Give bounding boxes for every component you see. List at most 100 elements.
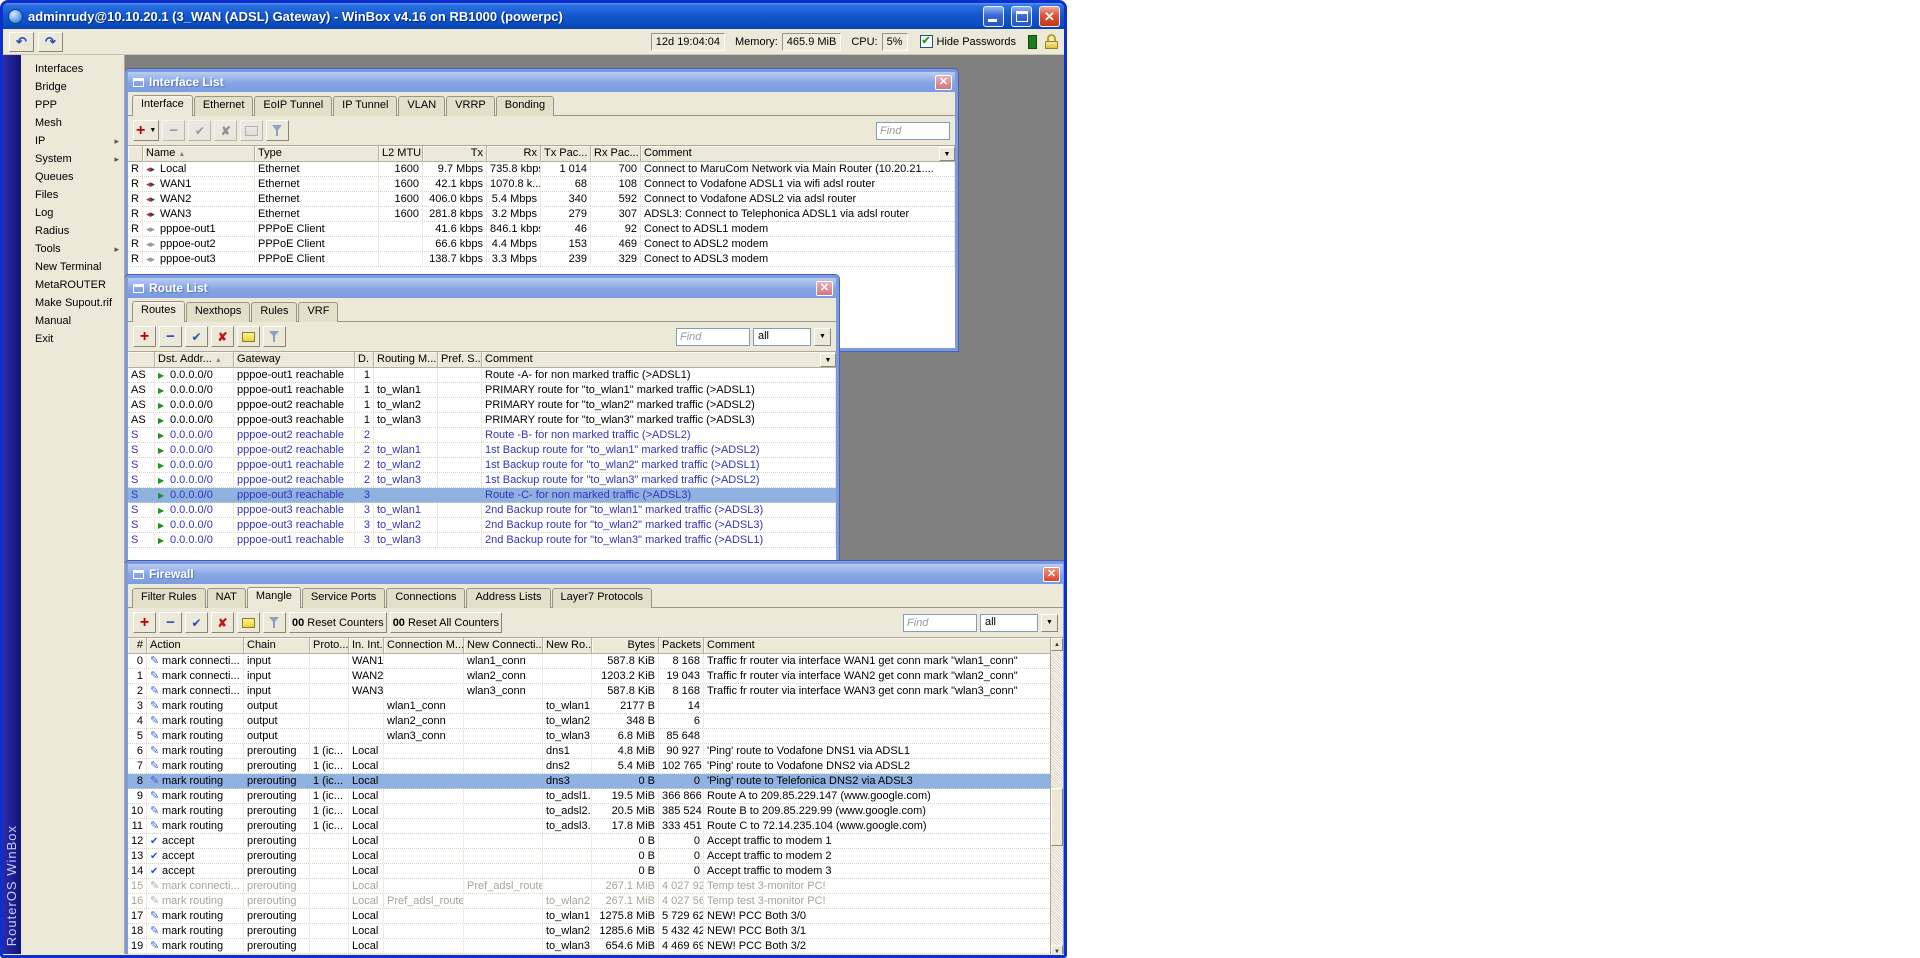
filter-button[interactable] <box>266 120 290 141</box>
table-row[interactable]: R Local Ethernet 1600 9.7 Mbps 735.8 kbps 1 01… <box>128 162 955 177</box>
sidebar-item-mesh[interactable]: Mesh <box>21 114 124 132</box>
tab-vrf[interactable]: VRF <box>298 302 339 322</box>
column-header-in-int[interactable]: In. Int... <box>349 638 384 654</box>
add-button[interactable] <box>133 326 156 347</box>
column-header-comment[interactable]: Comment <box>704 638 1063 654</box>
vertical-scrollbar[interactable]: ▲ ▼ <box>1050 638 1063 954</box>
column-header-dst-addr[interactable]: Dst. Addr... ▲ <box>155 352 234 368</box>
hide-passwords-checkbox[interactable]: ✔ <box>919 35 933 48</box>
redo-button[interactable]: ↷ <box>38 31 63 52</box>
column-header-proto[interactable]: Proto... <box>310 638 349 654</box>
table-row[interactable]: 18 mark routing prerouting Local to_wlan2 128… <box>128 924 1063 939</box>
table-row[interactable]: 16 mark routing prerouting Local Pref_adsl_r… <box>128 894 1063 909</box>
column-header-gateway[interactable]: Gateway <box>234 352 355 368</box>
column-header-l2-mtu[interactable]: L2 MTU <box>379 146 423 162</box>
column-header-rx-pac[interactable]: Rx Pac... <box>591 146 641 162</box>
column-header-flags[interactable] <box>128 146 143 162</box>
scrollbar-thumb[interactable] <box>1051 788 1063 846</box>
table-row[interactable]: 6 mark routing prerouting 1 (ic... Local dns1… <box>128 744 1063 759</box>
column-header-packets[interactable]: Packets <box>659 638 704 654</box>
table-row[interactable]: 7 mark routing prerouting 1 (ic... Local dns2… <box>128 759 1063 774</box>
column-header-connection-m[interactable]: Connection M... <box>384 638 464 654</box>
sidebar-item-ip[interactable]: IP ▸ <box>21 132 124 150</box>
route-list-titlebar[interactable]: Route List ✕ <box>128 278 836 298</box>
enable-button[interactable] <box>188 120 212 141</box>
table-row[interactable]: 15 mark connecti... prerouting Local Pref_ad… <box>128 879 1063 894</box>
scroll-up-icon[interactable]: ▲ <box>1051 638 1063 651</box>
add-button[interactable]: ▼ <box>133 120 160 141</box>
table-row[interactable]: 1 mark connecti... input WAN2 wlan2_conn 1203… <box>128 669 1063 684</box>
tab-bonding[interactable]: Bonding <box>495 96 555 116</box>
table-row[interactable]: R WAN1 Ethernet 1600 42.1 kbps 1070.8 k... 68 1… <box>128 177 955 192</box>
remove-button[interactable] <box>159 612 182 633</box>
tab-ethernet[interactable]: Ethernet <box>193 96 254 116</box>
column-header-flags[interactable] <box>128 352 155 368</box>
column-header-d[interactable]: D.▲ <box>355 352 374 368</box>
column-header-name[interactable]: Name ▲ <box>143 146 255 162</box>
table-row[interactable]: 2 mark connecti... input WAN3 wlan3_conn 587.… <box>128 684 1063 699</box>
sidebar-item-files[interactable]: Files <box>21 186 124 204</box>
column-header-type[interactable]: Type <box>255 146 379 162</box>
column-header-chain[interactable]: Chain <box>244 638 310 654</box>
close-icon[interactable]: ✕ <box>816 280 833 296</box>
sidebar-item-make-supout-rif[interactable]: Make Supout.rif <box>21 294 124 312</box>
column-header-new-ro[interactable]: New Ro... <box>543 638 592 654</box>
tab-routes[interactable]: Routes <box>132 301 185 322</box>
find-input[interactable] <box>876 121 950 140</box>
column-header-pref-s[interactable]: Pref. S... <box>438 352 482 368</box>
table-row[interactable]: 11 mark routing prerouting 1 (ic... Local to_… <box>128 819 1063 834</box>
filter-scope-select[interactable]: all <box>980 613 1038 632</box>
tab-layer7-protocols[interactable]: Layer7 Protocols <box>551 588 653 608</box>
tab-nexthops[interactable]: Nexthops <box>185 302 251 322</box>
find-input[interactable] <box>903 613 977 632</box>
sidebar-item-new-terminal[interactable]: New Terminal <box>21 258 124 276</box>
reset-all-counters-button[interactable]: 00 Reset All Counters <box>389 612 503 633</box>
table-row[interactable]: S 0.0.0.0/0 pppoe-out2 reachable 2 Route -B-… <box>128 428 836 443</box>
disable-button[interactable] <box>211 326 234 347</box>
close-icon[interactable]: ✕ <box>935 74 952 90</box>
column-header-flags[interactable]: # <box>128 638 147 654</box>
tab-mangle[interactable]: Mangle <box>246 587 301 608</box>
table-row[interactable]: S 0.0.0.0/0 pppoe-out3 reachable 3 Route -C-… <box>128 488 836 503</box>
table-row[interactable]: 9 mark routing prerouting 1 (ic... Local to_a… <box>128 789 1063 804</box>
tab-ip-tunnel[interactable]: IP Tunnel <box>333 96 398 116</box>
tab-vrrp[interactable]: VRRP <box>446 96 495 116</box>
sidebar-item-exit[interactable]: Exit <box>21 330 124 348</box>
firewall-titlebar[interactable]: Firewall ✕ <box>128 564 1063 584</box>
table-row[interactable]: 17 mark routing prerouting Local to_wlan1 127… <box>128 909 1063 924</box>
table-row[interactable]: 4 mark routing output wlan2_conn to_wlan2 348… <box>128 714 1063 729</box>
disable-button[interactable] <box>211 612 234 633</box>
column-header-comment[interactable]: Comment <box>641 146 955 162</box>
chevron-down-icon[interactable]: ▼ <box>814 327 831 346</box>
table-row[interactable]: 8 mark routing prerouting 1 (ic... Local dns3… <box>128 774 1063 789</box>
table-row[interactable]: 14 accept prerouting Local 0 B 0 Accept traffi… <box>128 864 1063 879</box>
column-header-bytes[interactable]: Bytes <box>592 638 659 654</box>
sidebar-item-tools[interactable]: Tools ▸ <box>21 240 124 258</box>
table-row[interactable]: 0 mark connecti... input WAN1 wlan1_conn 587.… <box>128 654 1063 669</box>
table-row[interactable]: S 0.0.0.0/0 pppoe-out3 reachable 3 to_wlan1 2… <box>128 503 836 518</box>
tab-connections[interactable]: Connections <box>386 588 466 608</box>
tab-nat[interactable]: NAT <box>206 588 246 608</box>
close-button[interactable]: ✕ <box>1039 5 1060 27</box>
tab-filter-rules[interactable]: Filter Rules <box>132 588 206 608</box>
table-row[interactable]: 3 mark routing output wlan1_conn to_wlan1 217… <box>128 699 1063 714</box>
table-row[interactable]: Rpppoe-out3 PPPoE Client 138.7 kbps 3.3 Mbp… <box>128 252 955 267</box>
add-button[interactable] <box>133 612 156 633</box>
tab-vlan[interactable]: VLAN <box>398 96 446 116</box>
sidebar-item-metarouter[interactable]: MetaROUTER <box>21 276 124 294</box>
sidebar-item-queues[interactable]: Queues <box>21 168 124 186</box>
undo-button[interactable]: ↶ <box>9 31 34 52</box>
close-icon[interactable]: ✕ <box>1043 566 1060 582</box>
column-chooser-icon[interactable]: ▼ <box>939 147 955 161</box>
disable-button[interactable] <box>214 120 238 141</box>
table-row[interactable]: S 0.0.0.0/0 pppoe-out2 reachable 2 to_wlan1 1… <box>128 443 836 458</box>
column-header-new-connecti[interactable]: New Connecti... <box>464 638 543 654</box>
minimize-button[interactable] <box>983 5 1004 27</box>
table-row[interactable]: S 0.0.0.0/0 pppoe-out1 reachable 3 to_wlan3 2… <box>128 533 836 548</box>
sidebar-item-bridge[interactable]: Bridge <box>21 78 124 96</box>
find-input[interactable] <box>676 327 750 346</box>
sidebar-item-ppp[interactable]: PPP <box>21 96 124 114</box>
column-chooser-icon[interactable]: ▼ <box>820 353 836 367</box>
column-header-tx[interactable]: Tx <box>423 146 487 162</box>
table-row[interactable]: 19 mark routing prerouting Local to_wlan3 654… <box>128 939 1063 954</box>
